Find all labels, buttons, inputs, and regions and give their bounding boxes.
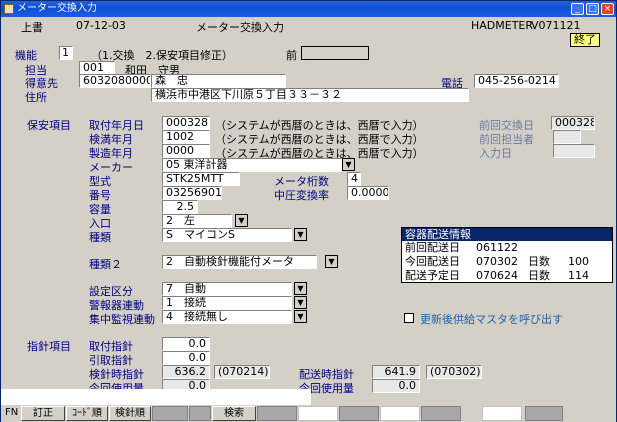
kind-label: 種類 — [89, 231, 111, 244]
app-window: メーター交換入力 _ □ × 上書 07-12-03 メーター交換入力 HADM… — [0, 0, 617, 422]
fn-key-7[interactable] — [257, 406, 297, 421]
form-body: 上書 07-12-03 メーター交換入力 HADMETER V071121 終了… — [1, 17, 616, 405]
fn-key-2[interactable]: ｺｰﾄﾞ順 — [66, 406, 108, 421]
check-reading-field: 636.2 — [162, 365, 210, 379]
reading-section-label: 指針項目 — [27, 340, 71, 353]
func-label: 機能 — [15, 49, 37, 62]
fn-key-1[interactable]: 訂正 — [21, 406, 65, 421]
fn-label: FN — [5, 407, 19, 418]
address-label: 住所 — [25, 91, 47, 104]
delivery-current-date: 070302 — [476, 255, 518, 268]
customer-name-field: 森 忠 — [151, 74, 286, 88]
ratio-label: 中圧変換率 — [274, 189, 329, 202]
status-bar — [1, 389, 311, 405]
fn-key-9[interactable] — [339, 406, 379, 421]
mode-label: 上書 — [21, 21, 43, 34]
kind2-label: 種類２ — [89, 258, 122, 271]
input-date-field — [553, 144, 595, 158]
program-id: HADMETER — [471, 19, 534, 32]
inlet-dropdown-arrow-icon[interactable]: ▼ — [235, 214, 248, 227]
customer-code-input[interactable]: 6032080000 — [79, 74, 151, 88]
prev-staff-field — [553, 130, 581, 144]
install-reading-input[interactable]: 0.0 — [162, 337, 210, 351]
func-input[interactable]: 1 — [59, 46, 73, 60]
delivery-prev-date: 061122 — [476, 241, 518, 254]
prev-exchange-field: 000328 — [551, 116, 595, 130]
kind2-dropdown-arrow-icon[interactable]: ▼ — [325, 255, 338, 268]
function-key-bar: FN 訂正 ｺｰﾄﾞ順 検針順 検索 — [1, 405, 616, 422]
check-reading-date: (070214) — [214, 365, 270, 379]
input-date-label: 入力日 — [479, 147, 512, 160]
central-dropdown-arrow-icon[interactable]: ▼ — [294, 310, 307, 323]
prev-field — [301, 46, 369, 60]
delivery-current-label: 今回配送日 — [405, 255, 460, 268]
delivery-planned-days: 114 — [568, 269, 589, 282]
delivery-planned-days-label: 日数 — [528, 269, 550, 282]
fn-key-10[interactable] — [380, 406, 420, 421]
delivery-prev-label: 前回配送日 — [405, 241, 460, 254]
delivery-planned-date: 070624 — [476, 269, 518, 282]
fn-key-4[interactable] — [152, 406, 188, 421]
version: V071121 — [531, 19, 581, 32]
central-select[interactable]: 4 接続無し — [162, 310, 292, 324]
fn-key-3[interactable]: 検針順 — [109, 406, 151, 421]
delivery-current-row: 今回配送日 070302 日数 100 — [402, 255, 612, 269]
model-input[interactable]: STK25MTT — [162, 172, 240, 186]
alarm-select[interactable]: 1 接続 — [162, 296, 292, 310]
kind-dropdown-arrow-icon[interactable]: ▼ — [294, 228, 307, 241]
central-label: 集中監視連動 — [89, 313, 155, 326]
system-date: 07-12-03 — [76, 19, 126, 32]
update-master-label: 更新後供給マスタを呼び出す — [420, 313, 563, 326]
usage2-field: 0.0 — [372, 379, 420, 393]
fn-key-8[interactable] — [298, 406, 338, 421]
app-icon — [4, 4, 14, 14]
inspect-date-input[interactable]: 1002 — [162, 130, 210, 144]
kind-select[interactable]: S マイコンS — [162, 228, 292, 242]
delivery-reading-date: (070302) — [426, 365, 482, 379]
update-master-checkbox[interactable] — [404, 313, 414, 323]
delivery-info-panel: 容器配送情報 前回配送日 061122 今回配送日 070302 日数 100 … — [401, 227, 613, 283]
delivery-current-days-label: 日数 — [528, 255, 550, 268]
fn-key-11[interactable] — [421, 406, 461, 421]
alarm-dropdown-arrow-icon[interactable]: ▼ — [294, 296, 307, 309]
ratio-input[interactable]: 0.0000 — [347, 186, 389, 200]
mfg-date-input[interactable]: 0000 — [162, 144, 210, 158]
fn-key-12[interactable] — [482, 406, 522, 421]
prev-label: 前 — [286, 49, 297, 62]
window-title: メーター交換入力 — [17, 3, 97, 14]
serial-input[interactable]: 03256901 — [162, 186, 222, 200]
maximize-button[interactable]: □ — [586, 3, 599, 15]
delivery-prev-row: 前回配送日 061122 — [402, 241, 612, 255]
close-button[interactable]: × — [601, 3, 614, 15]
fn-key-13[interactable] — [525, 406, 563, 421]
inlet-select[interactable]: 2 左 — [162, 214, 232, 228]
maker-select[interactable]: 05 東洋計器 — [162, 158, 342, 172]
screen-title: メーター交換入力 — [196, 21, 284, 34]
maker-dropdown-arrow-icon[interactable]: ▼ — [342, 158, 355, 171]
delivery-planned-row: 配送予定日 070624 日数 114 — [402, 269, 612, 283]
capacity-input[interactable]: 2.5 — [162, 200, 198, 214]
title-bar: メーター交換入力 _ □ × — [1, 1, 616, 17]
removal-reading-input[interactable]: 0.0 — [162, 351, 210, 365]
install-date-input[interactable]: 000328 — [162, 116, 210, 130]
delivery-reading-field: 641.9 — [372, 365, 420, 379]
fn-key-5[interactable] — [189, 406, 211, 421]
delivery-current-days: 100 — [568, 255, 589, 268]
phone-field: 045-256-0214 — [474, 74, 559, 88]
fn-key-6[interactable]: 検索 — [212, 406, 256, 421]
setting-dropdown-arrow-icon[interactable]: ▼ — [294, 282, 307, 295]
delivery-planned-label: 配送予定日 — [405, 269, 460, 282]
address-field: 横浜市中港区下川原５丁目３３－３２ — [151, 88, 469, 102]
security-section-label: 保安項目 — [27, 119, 71, 132]
digits-input[interactable]: 4 — [347, 172, 361, 186]
setting-select[interactable]: 7 自動 — [162, 282, 292, 296]
end-button[interactable]: 終了 — [570, 33, 600, 47]
staff-code-input[interactable]: 001 — [79, 61, 115, 75]
minimize-button[interactable]: _ — [571, 3, 584, 15]
delivery-info-header: 容器配送情報 — [402, 228, 612, 241]
kind2-select[interactable]: 2 自動検針機能付メータ — [162, 255, 317, 269]
